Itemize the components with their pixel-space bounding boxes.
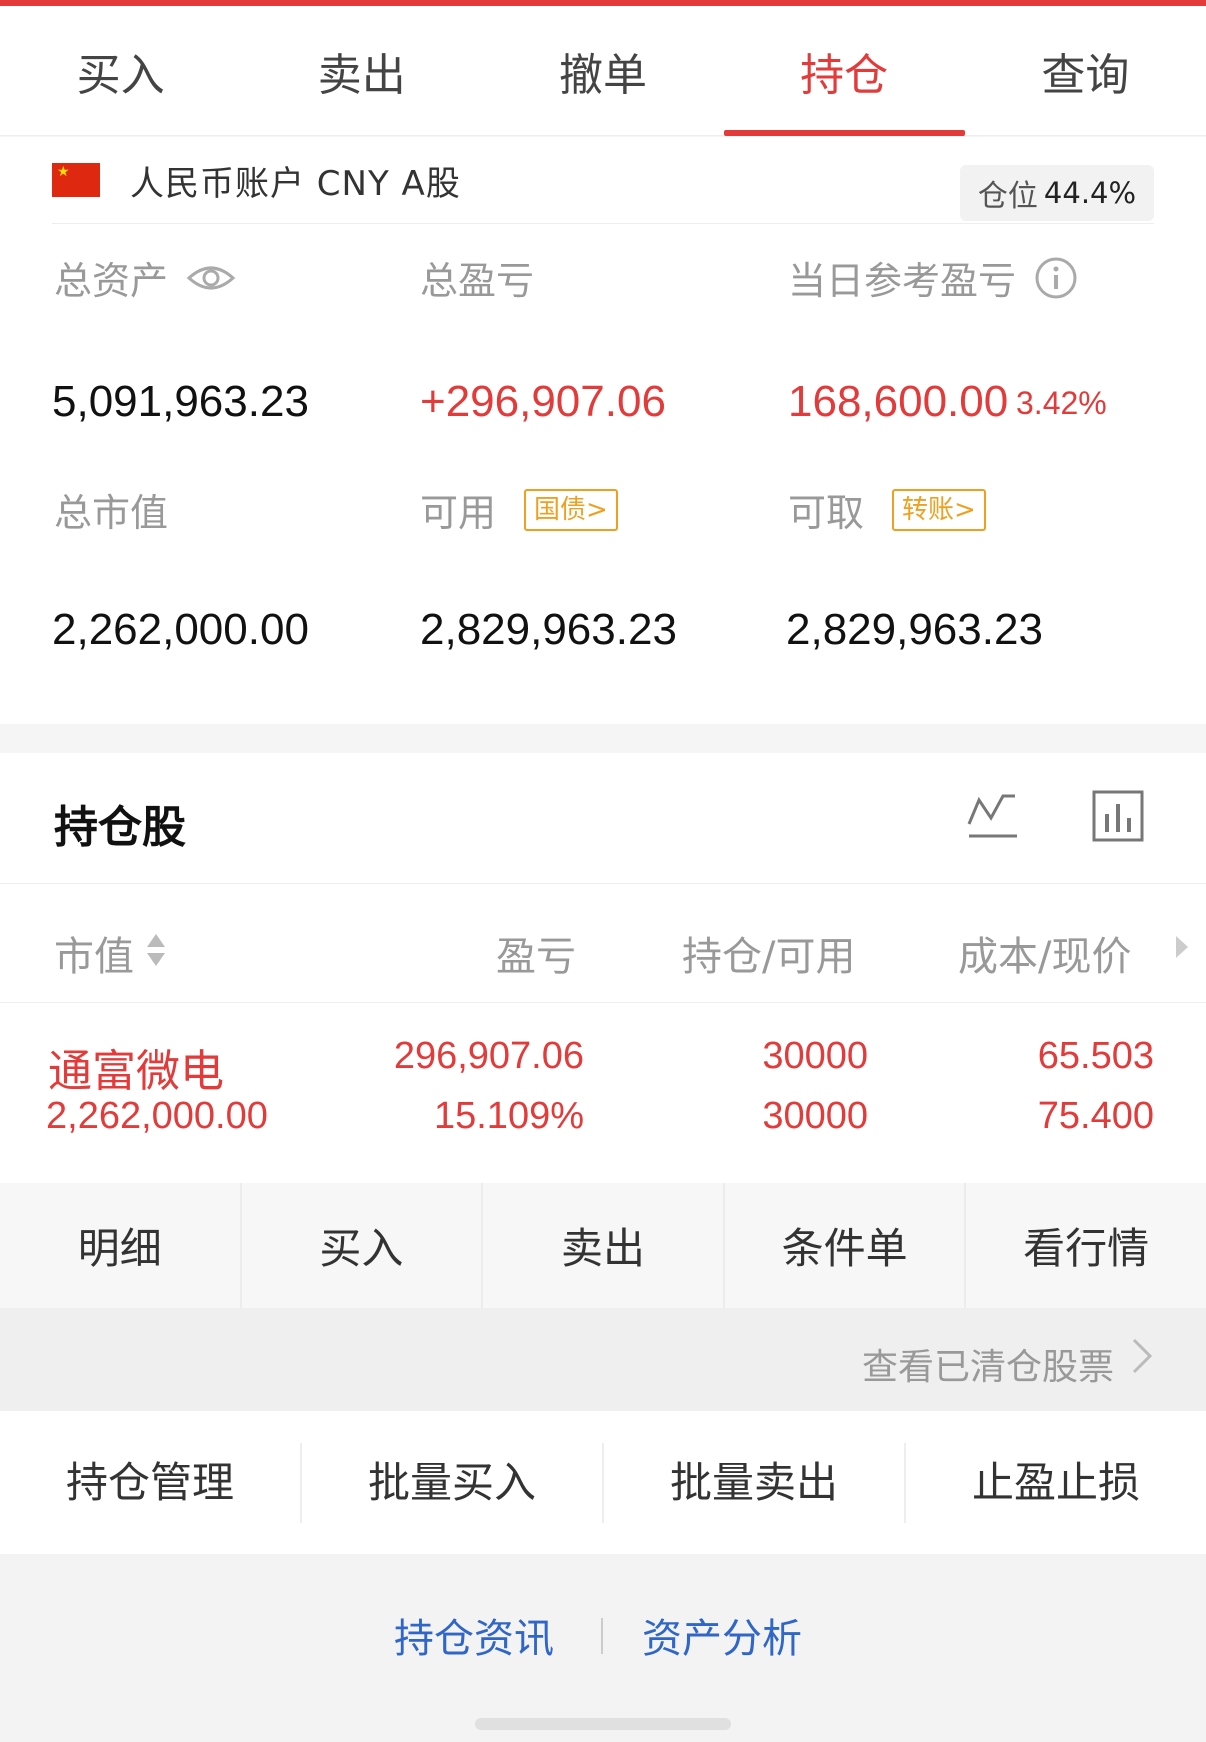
conditional-order-button[interactable]: 条件单 [725,1183,967,1308]
link-divider [601,1618,603,1654]
col-qty: 持仓/可用 [682,934,856,980]
stock-holding-qty: 30000 [762,1035,868,1077]
market-value-label: 总市值 [54,491,169,535]
col-market-value-label: 市值 [54,934,134,980]
position-management-button[interactable]: 持仓管理 [0,1442,302,1523]
account-selector[interactable]: 人民币账户 CNY A股 仓位 44.4% [52,137,1154,224]
stock-pnl: 296,907.06 [393,1035,584,1077]
holdings-section: 持仓股 市值 盈亏 持仓/可用 成本/现价 通富微电 2,262,000.00 … [0,753,1206,1186]
available-label: 可用 [420,491,497,535]
sort-icon[interactable] [145,932,167,968]
account-summary: 人民币账户 CNY A股 仓位 44.4% 总资产 总盈亏 当日参考盈亏 5,0… [0,137,1206,724]
buy-button[interactable]: 买入 [242,1183,484,1308]
home-indicator [475,1718,731,1730]
tab-sell[interactable]: 卖出 [241,6,482,136]
tab-buy[interactable]: 买入 [0,6,241,136]
china-flag-icon [52,163,100,197]
trade-tabs: 买入 卖出 撤单 持仓 查询 [0,6,1206,136]
chevron-right-icon[interactable] [1174,934,1190,960]
batch-sell-button[interactable]: 批量卖出 [604,1442,906,1523]
col-pnl: 盈亏 [496,934,576,980]
bar-chart-icon[interactable] [1090,788,1146,844]
chevron-right-icon [1132,1338,1153,1374]
asset-analysis-link[interactable]: 资产分析 [642,1606,802,1664]
cleared-stocks-link[interactable]: 查看已清仓股票 [862,1338,1114,1390]
withdrawable-label-group: 可取 转账> [788,482,986,537]
tab-positions[interactable]: 持仓 [723,6,965,136]
available-value: 2,829,963.23 [420,605,677,654]
holdings-column-header: 市值 盈亏 持仓/可用 成本/现价 [0,883,1206,1003]
batch-buy-button[interactable]: 批量买入 [302,1442,604,1523]
available-label-group: 可用 国债> [420,482,618,537]
account-label: 人民币账户 CNY A股 [130,163,461,204]
daily-pnl-pct: 3.42% [1016,385,1107,421]
take-profit-stop-loss-button[interactable]: 止盈止损 [906,1443,1206,1523]
bottom-links: 持仓资讯 资产分析 [0,1554,1206,1742]
total-assets-label-group: 总资产 [54,250,236,305]
col-market-value[interactable]: 市值 [54,924,134,982]
position-label: 仓位 [977,179,1038,214]
sell-button[interactable]: 卖出 [483,1183,725,1308]
holdings-title: 持仓股 [54,802,186,853]
daily-pnl-label-group: 当日参考盈亏 [788,250,1078,305]
stock-name: 通富微电 [48,1046,224,1097]
trend-chart-icon[interactable] [965,788,1021,844]
withdrawable-label: 可取 [788,491,865,535]
market-value-value: 2,262,000.00 [52,605,309,654]
bulk-actions-bar: 持仓管理 批量买入 批量卖出 止盈止损 [0,1411,1206,1554]
total-pnl-label: 总盈亏 [420,259,535,303]
view-quote-button[interactable]: 看行情 [966,1183,1206,1308]
daily-pnl-value: 168,600.00 [788,377,1009,426]
stock-market-value: 2,262,000.00 [46,1095,268,1137]
tab-query[interactable]: 查询 [965,6,1206,136]
tab-cancel[interactable]: 撤单 [482,6,723,136]
treasury-bond-tag[interactable]: 国债> [524,488,618,531]
row-action-bar: 明细 买入 卖出 条件单 看行情 [0,1183,1206,1308]
col-cost: 成本/现价 [958,934,1132,980]
eye-icon[interactable] [186,261,236,295]
position-badge: 仓位 44.4% [960,165,1154,221]
info-icon[interactable] [1034,256,1078,300]
holding-news-link[interactable]: 持仓资讯 [394,1606,554,1664]
total-pnl-value: +296,907.06 [420,377,666,426]
position-value: 44.4% [1043,176,1137,210]
stock-pnl-pct: 15.109% [433,1095,584,1137]
detail-button[interactable]: 明细 [0,1183,242,1308]
stock-cost: 65.503 [1037,1035,1154,1077]
withdrawable-value: 2,829,963.23 [786,605,1043,654]
stock-price: 75.400 [1037,1095,1154,1137]
transfer-tag[interactable]: 转账> [892,488,986,531]
daily-pnl-label: 当日参考盈亏 [788,259,1017,303]
total-assets-label: 总资产 [54,259,169,303]
total-assets-value: 5,091,963.23 [52,377,309,426]
stock-available-qty: 30000 [762,1095,868,1137]
cleared-stocks-link-area[interactable]: 查看已清仓股票 [0,1308,1206,1411]
